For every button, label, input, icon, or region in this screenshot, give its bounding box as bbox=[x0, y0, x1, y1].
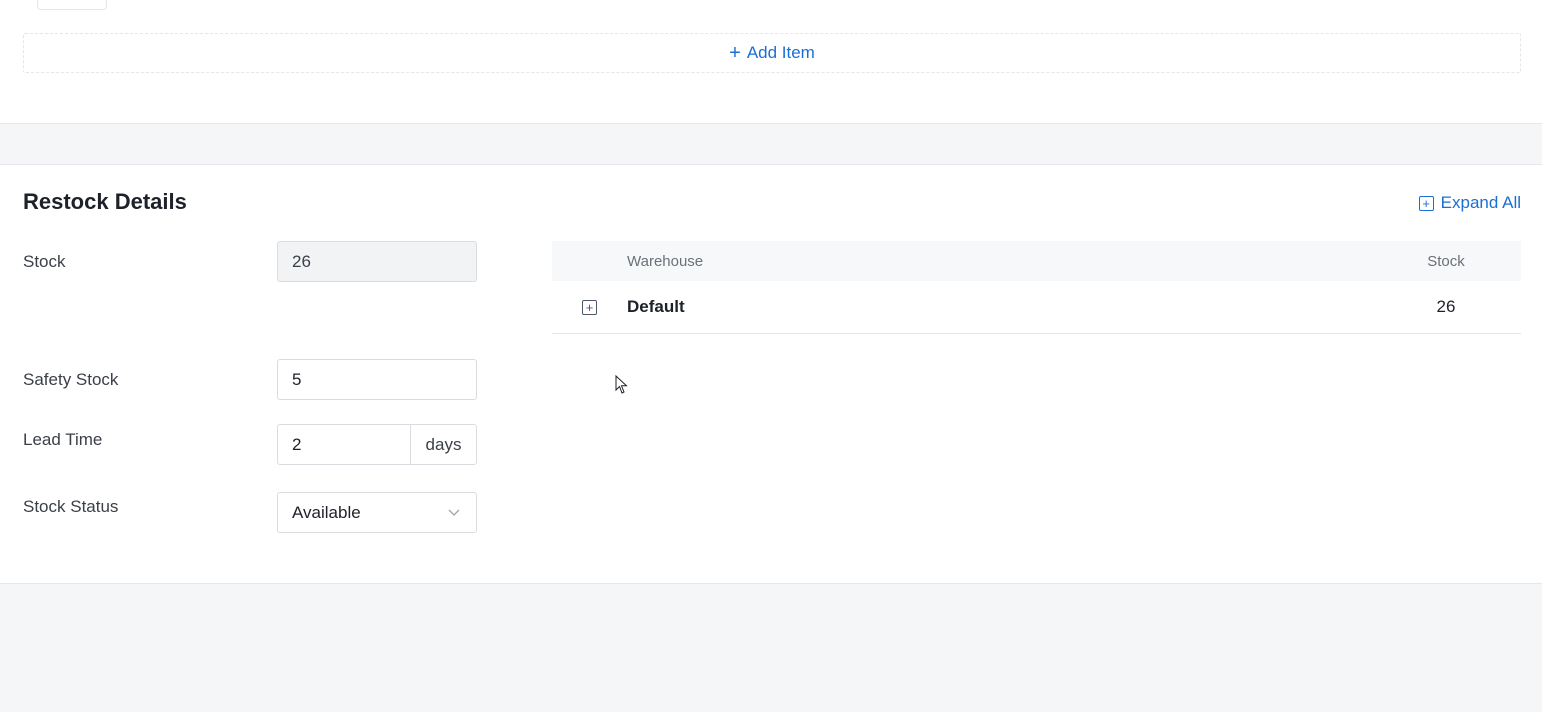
table-row: + Default 26 bbox=[552, 281, 1521, 334]
warehouse-stock: 26 bbox=[1436, 297, 1456, 316]
section-title: Restock Details bbox=[23, 189, 187, 214]
plus-icon: + bbox=[729, 42, 741, 64]
expand-all-label: Expand All bbox=[1440, 193, 1521, 212]
warehouse-name: Default bbox=[627, 297, 685, 316]
chevron-down-icon bbox=[447, 505, 461, 522]
add-item-label: Add Item bbox=[746, 43, 815, 62]
stock-status-label: Stock Status bbox=[23, 497, 119, 516]
restock-details-card: Restock Details + Expand All Stock 26 Sa… bbox=[0, 164, 1542, 584]
plus-square-icon: + bbox=[1418, 195, 1434, 211]
lead-time-value: 2 bbox=[292, 434, 302, 454]
item-thumbnail-partial bbox=[37, 0, 107, 10]
safety-stock-value: 5 bbox=[292, 369, 302, 389]
mouse-cursor-icon bbox=[615, 375, 628, 394]
lead-time-input[interactable]: 2 bbox=[278, 425, 411, 464]
add-item-button[interactable]: + Add Item bbox=[23, 33, 1521, 73]
stock-input: 26 bbox=[277, 241, 477, 282]
expand-all-button[interactable]: + Expand All bbox=[1418, 193, 1521, 213]
lead-time-unit: days bbox=[411, 425, 476, 464]
row-expand-button[interactable]: + bbox=[552, 299, 627, 315]
stock-status-select[interactable]: Available bbox=[277, 492, 477, 533]
column-header-warehouse: Warehouse bbox=[627, 252, 704, 270]
lead-time-input-group: 2 days bbox=[277, 424, 477, 465]
safety-stock-label: Safety Stock bbox=[23, 370, 119, 389]
table-header: Warehouse Stock bbox=[552, 241, 1521, 281]
column-header-stock: Stock bbox=[1427, 252, 1465, 270]
stock-value: 26 bbox=[292, 251, 311, 271]
lead-time-label: Lead Time bbox=[23, 430, 103, 449]
item-list-card: + Add Item bbox=[0, 0, 1542, 124]
stock-label: Stock bbox=[23, 252, 66, 271]
stock-status-value: Available bbox=[292, 502, 361, 522]
plus-square-icon: + bbox=[582, 299, 597, 315]
safety-stock-input[interactable]: 5 bbox=[277, 359, 477, 400]
warehouse-stock-table: Warehouse Stock + Default 26 bbox=[552, 241, 1521, 334]
